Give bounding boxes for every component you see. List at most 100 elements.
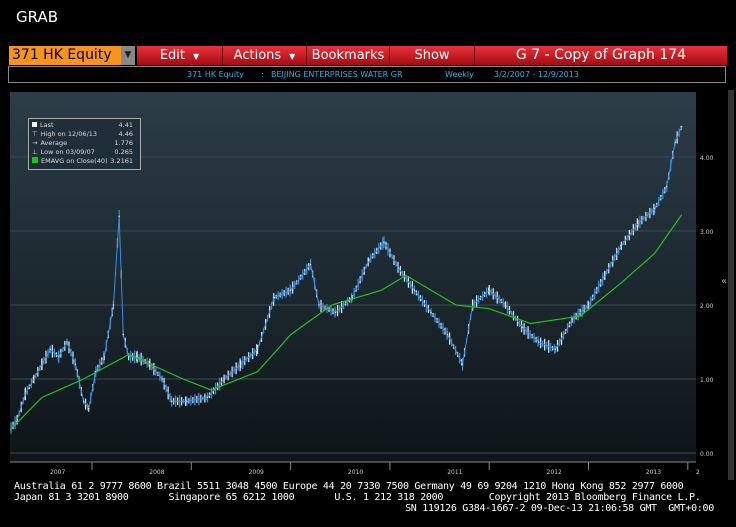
price-point	[256, 348, 259, 350]
low-marker-icon: ⊥	[32, 148, 38, 156]
x-tick-label: 2012	[547, 469, 562, 476]
show-menu[interactable]: Show	[390, 46, 475, 65]
legend-label: High on 12/06/13	[40, 130, 98, 138]
info-separator: :	[261, 70, 264, 79]
price-point	[571, 319, 573, 321]
price-point	[24, 393, 26, 395]
x-tick-label: 2013	[646, 469, 661, 476]
security-info-bar: 371 HK Equity : BEIJING ENTERPRISES WATE…	[8, 66, 726, 83]
price-point	[351, 297, 353, 299]
actions-menu[interactable]: Actions ▼	[223, 46, 307, 65]
price-point	[681, 126, 683, 128]
price-point	[504, 304, 507, 306]
y-tick-label: 4.00	[700, 155, 714, 162]
price-point	[136, 356, 138, 358]
price-point	[112, 304, 115, 306]
price-point	[88, 408, 90, 410]
price-point	[538, 341, 540, 343]
y-tick-label: 3.00	[700, 229, 714, 236]
average-marker-icon: →	[32, 139, 38, 147]
legend-item-high: ⊤ High on 12/06/13 4.46	[32, 130, 136, 139]
price-point	[620, 245, 622, 247]
scrollbar[interactable]	[728, 90, 734, 480]
period: Weekly	[445, 70, 474, 79]
chevron-down-icon: ▼	[289, 52, 296, 61]
y-tick-label: 0.00	[700, 451, 714, 458]
bookmarks-menu[interactable]: Bookmarks	[307, 46, 390, 65]
price-point	[122, 334, 124, 336]
price-point	[334, 311, 337, 313]
price-point	[223, 378, 225, 380]
price-point	[461, 363, 464, 365]
price-point	[588, 304, 590, 306]
security-name: BEIJING ENTERPRISES WATER GR	[271, 70, 403, 79]
price-point	[488, 289, 490, 291]
collapse-panel-icon[interactable]: «	[721, 276, 727, 287]
price-point	[674, 141, 676, 143]
actions-label: Actions	[233, 48, 282, 63]
edit-menu[interactable]: Edit ▼	[137, 46, 223, 65]
price-point	[666, 186, 668, 188]
price-point	[240, 363, 242, 365]
price-point	[413, 289, 416, 291]
price-point	[430, 311, 432, 313]
y-tick-label: 2.00	[700, 303, 714, 310]
price-point	[118, 215, 120, 217]
price-point	[186, 400, 188, 402]
price-point	[273, 297, 275, 299]
price-point	[521, 326, 523, 328]
ticker-input[interactable]: 371 HK Equity	[9, 46, 121, 65]
date-range: 3/2/2007 - 12/9/2013	[494, 70, 579, 79]
footer-serial: SN 119126 G384-1667-2 09-Dec-13 21:06:58…	[405, 503, 714, 514]
ticker-dropdown-button[interactable]: ▼	[121, 46, 135, 65]
legend-label: Last	[40, 121, 54, 129]
price-point	[128, 356, 130, 358]
price-point	[290, 289, 292, 291]
price-point	[41, 363, 43, 365]
price-point	[33, 378, 35, 380]
x-tick-label: 2	[696, 469, 700, 476]
legend-item-average: → Average 1.776	[32, 139, 136, 148]
price-point	[82, 400, 85, 402]
window-title: GRAB	[16, 8, 58, 26]
x-tick-label: 2009	[249, 469, 264, 476]
chevron-down-icon: ▼	[193, 52, 200, 61]
legend-label: EMAVG on Close(40)	[41, 157, 108, 165]
x-tick-label: 2010	[348, 469, 363, 476]
y-tick-label: 1.00	[700, 377, 714, 384]
chart-legend: Last 4.41 ⊤ High on 12/06/13 4.46 → Average 1…	[28, 118, 141, 170]
legend-item-ema: EMAVG on Close(40) 3.2161	[32, 157, 136, 166]
legend-value: 0.265	[114, 148, 133, 156]
price-point	[554, 348, 557, 350]
legend-item-low: ⊥ Low on 03/09/07 0.265	[32, 148, 136, 157]
price-point	[318, 304, 320, 306]
x-tick-label: 2008	[149, 469, 164, 476]
edit-label: Edit	[159, 48, 186, 63]
price-point	[368, 260, 370, 262]
legend-value: 1.776	[114, 139, 133, 147]
price-point	[171, 400, 173, 402]
price-point	[309, 263, 312, 265]
price-point	[654, 208, 656, 210]
legend-value: 4.41	[118, 121, 133, 129]
footer-contacts-1: Australia 61 2 9777 8600 Brazil 5511 304…	[14, 481, 684, 492]
price-point	[472, 304, 474, 306]
price-point	[66, 341, 68, 343]
price-point	[16, 419, 18, 421]
legend-label: Average	[40, 139, 68, 147]
graph-title: G 7 - Copy of Graph 174	[475, 46, 728, 65]
price-point	[637, 223, 639, 225]
price-point	[206, 396, 209, 399]
price-point	[604, 274, 606, 276]
price-point	[383, 241, 385, 243]
price-point	[161, 378, 163, 380]
x-tick-label: 2007	[50, 469, 65, 476]
square-icon	[32, 122, 37, 127]
price-point	[447, 334, 449, 336]
price-point	[397, 267, 399, 269]
square-icon	[32, 157, 38, 163]
legend-value: 4.46	[118, 130, 133, 138]
price-point	[74, 363, 77, 365]
legend-item-last: Last 4.41	[32, 121, 136, 130]
footer-contacts-2: Japan 81 3 3201 8900 Singapore 65 6212 1…	[14, 492, 701, 503]
